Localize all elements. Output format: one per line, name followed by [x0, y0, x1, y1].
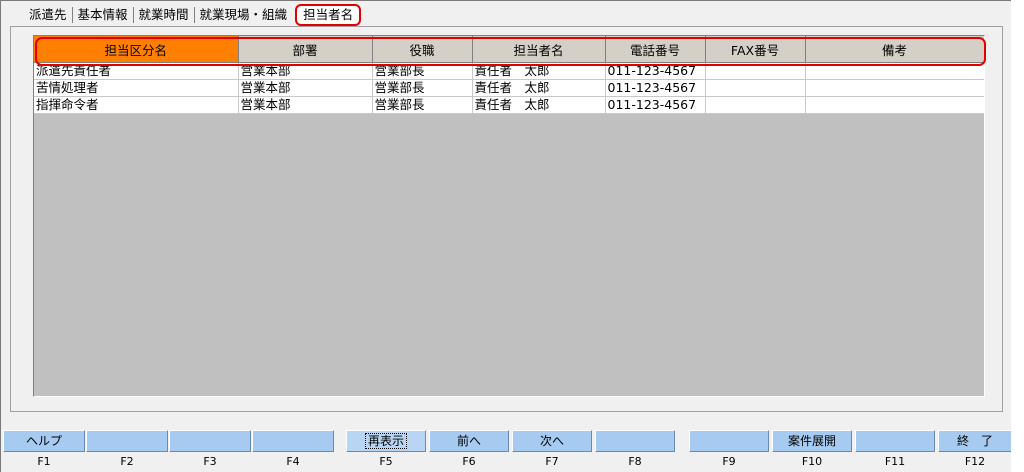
cell-notes[interactable] — [805, 96, 984, 114]
window-right-edge — [1011, 0, 1024, 472]
tab-separator — [71, 7, 73, 23]
f10-key-label: F10 — [801, 455, 823, 468]
f1-help-button[interactable]: ヘルプ — [3, 430, 85, 452]
tab-separator — [193, 7, 195, 23]
function-key-bar: ヘルプ 再表示 前へ 次へ 案件展開 終 了 F1 F2 F3 F4 F5 F6… — [0, 428, 1012, 472]
f8-key-label: F8 — [628, 455, 642, 468]
cell-phone[interactable]: 011-123-4567 — [605, 79, 706, 97]
f6-button-label: 前へ — [456, 434, 481, 448]
col-header-department[interactable]: 部署 — [238, 36, 373, 63]
tab-work-hours[interactable]: 就業時間 — [135, 6, 193, 24]
f2-key-label: F2 — [120, 455, 134, 468]
f5-key-label: F5 — [379, 455, 393, 468]
tab-separator — [132, 7, 134, 23]
cell-department[interactable]: 営業本部 — [238, 62, 373, 80]
tab-strip: 派遣先 基本情報 就業時間 就業現場・組織 担当者名 — [25, 4, 362, 26]
f1-key-label: F1 — [37, 455, 51, 468]
f4-key-label: F4 — [286, 455, 300, 468]
f7-next-button[interactable]: 次へ — [512, 430, 592, 452]
cell-fax[interactable] — [705, 79, 806, 97]
cell-department[interactable]: 営業本部 — [238, 96, 373, 114]
table-row[interactable]: 苦情処理者 営業本部 営業部長 責任者 太郎 011-123-4567 — [34, 79, 984, 97]
cell-fax[interactable] — [705, 96, 806, 114]
f8-button[interactable] — [595, 430, 675, 452]
f5-button-label: 再表示 — [364, 433, 408, 449]
cell-notes[interactable] — [805, 62, 984, 80]
f1-button-label: ヘルプ — [25, 434, 62, 448]
f4-button[interactable] — [252, 430, 334, 452]
tab-panel: 担当区分名 部署 役職 担当者名 電話番号 FAX番号 備考 派遣先責任者 営業… — [10, 26, 1003, 412]
f9-button[interactable] — [689, 430, 769, 452]
col-header-notes[interactable]: 備考 — [805, 36, 984, 63]
cell-category[interactable]: 派遣先責任者 — [34, 62, 239, 80]
f7-button-label: 次へ — [539, 434, 564, 448]
f9-key-label: F9 — [722, 455, 736, 468]
table-row[interactable]: 派遣先責任者 営業本部 営業部長 責任者 太郎 011-123-4567 — [34, 62, 984, 80]
cell-category[interactable]: 苦情処理者 — [34, 79, 239, 97]
tab-work-site[interactable]: 就業現場・組織 — [196, 6, 292, 24]
f2-button[interactable] — [86, 430, 168, 452]
f7-key-label: F7 — [545, 455, 559, 468]
col-header-phone[interactable]: 電話番号 — [605, 36, 706, 63]
f6-key-label: F6 — [462, 455, 476, 468]
cell-phone[interactable]: 011-123-4567 — [605, 96, 706, 114]
cell-phone[interactable]: 011-123-4567 — [605, 62, 706, 80]
f12-button-label: 終 了 — [956, 434, 993, 448]
cell-fax[interactable] — [705, 62, 806, 80]
f10-button-label: 案件展開 — [787, 434, 836, 448]
cell-notes[interactable] — [805, 79, 984, 97]
table-row[interactable]: 指揮命令者 営業本部 営業部長 責任者 太郎 011-123-4567 — [34, 96, 984, 114]
f3-key-label: F3 — [203, 455, 217, 468]
cell-category[interactable]: 指揮命令者 — [34, 96, 239, 114]
col-header-category[interactable]: 担当区分名 — [34, 36, 239, 63]
col-header-fax[interactable]: FAX番号 — [705, 36, 806, 63]
tab-basic-info[interactable]: 基本情報 — [74, 6, 132, 24]
f11-button[interactable] — [855, 430, 935, 452]
tab-person-in-charge[interactable]: 担当者名 — [295, 4, 362, 26]
f10-expand-case-button[interactable]: 案件展開 — [772, 430, 852, 452]
cell-department[interactable]: 営業本部 — [238, 79, 373, 97]
contacts-table: 担当区分名 部署 役職 担当者名 電話番号 FAX番号 備考 派遣先責任者 営業… — [34, 36, 984, 114]
cell-person[interactable]: 責任者 太郎 — [472, 96, 606, 114]
col-header-person[interactable]: 担当者名 — [472, 36, 606, 63]
f3-button[interactable] — [169, 430, 251, 452]
cell-position[interactable]: 営業部長 — [372, 62, 473, 80]
cell-person[interactable]: 責任者 太郎 — [472, 79, 606, 97]
contacts-grid[interactable]: 担当区分名 部署 役職 担当者名 電話番号 FAX番号 備考 派遣先責任者 営業… — [33, 35, 985, 397]
cell-position[interactable]: 営業部長 — [372, 96, 473, 114]
f5-refresh-button[interactable]: 再表示 — [346, 430, 426, 452]
cell-person[interactable]: 責任者 太郎 — [472, 62, 606, 80]
f12-exit-button[interactable]: 終 了 — [938, 430, 1012, 452]
cell-position[interactable]: 営業部長 — [372, 79, 473, 97]
f12-key-label: F12 — [964, 455, 986, 468]
f11-key-label: F11 — [884, 455, 906, 468]
col-header-position[interactable]: 役職 — [372, 36, 473, 63]
f6-previous-button[interactable]: 前へ — [429, 430, 509, 452]
header-row: 担当区分名 部署 役職 担当者名 電話番号 FAX番号 備考 — [34, 36, 984, 63]
tab-dispatch-destination[interactable]: 派遣先 — [25, 6, 71, 24]
